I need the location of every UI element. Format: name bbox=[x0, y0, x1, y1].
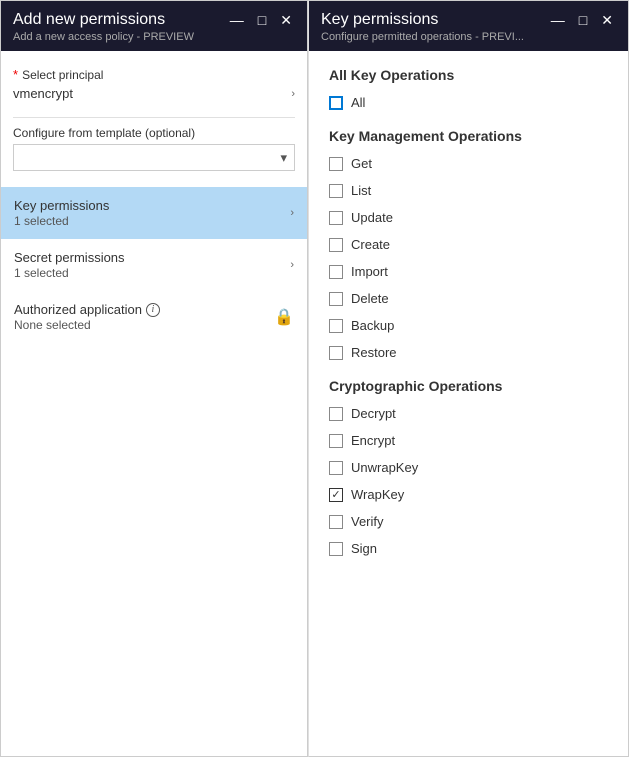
checkbox-backup-label: Backup bbox=[351, 318, 394, 333]
checkbox-row-encrypt: Encrypt bbox=[329, 431, 608, 450]
checkbox-sign[interactable] bbox=[329, 542, 343, 556]
checkbox-all-label: All bbox=[351, 95, 365, 110]
right-panel: Key permissions — □ ✕ Configure permitte… bbox=[308, 0, 629, 757]
nav-item-secret-title: Secret permissions bbox=[14, 250, 125, 265]
nav-item-auth-title: Authorized application bbox=[14, 302, 142, 317]
principal-value[interactable]: vmencrypt › bbox=[13, 86, 295, 101]
info-icon: i bbox=[146, 303, 160, 317]
nav-section: Key permissions 1 selected › Secret perm… bbox=[1, 187, 307, 343]
checkbox-backup[interactable] bbox=[329, 319, 343, 333]
checkbox-decrypt[interactable] bbox=[329, 407, 343, 421]
key-mgmt-ops-heading: Key Management Operations bbox=[329, 128, 608, 144]
checkbox-all[interactable] bbox=[329, 96, 343, 110]
checkbox-restore-label: Restore bbox=[351, 345, 397, 360]
checkbox-verify[interactable] bbox=[329, 515, 343, 529]
checkbox-row-wrapkey: WrapKey bbox=[329, 485, 608, 504]
template-label: Configure from template (optional) bbox=[13, 126, 295, 140]
right-minimize-button[interactable]: — bbox=[548, 13, 568, 27]
checkbox-encrypt-label: Encrypt bbox=[351, 433, 395, 448]
checkbox-list-label: List bbox=[351, 183, 371, 198]
checkbox-row-sign: Sign bbox=[329, 539, 608, 558]
checkbox-get[interactable] bbox=[329, 157, 343, 171]
right-panel-subtitle: Configure permitted operations - PREVI..… bbox=[321, 31, 616, 43]
nav-item-auth-sub: None selected bbox=[14, 318, 160, 332]
secret-chevron-icon: › bbox=[290, 259, 294, 271]
crypto-ops-heading: Cryptographic Operations bbox=[329, 378, 608, 394]
lock-icon: 🔒 bbox=[274, 307, 294, 327]
checkbox-row-get: Get bbox=[329, 154, 608, 173]
checkbox-row-backup: Backup bbox=[329, 316, 608, 335]
nav-item-key-sub: 1 selected bbox=[14, 214, 109, 228]
checkbox-wrapkey-label: WrapKey bbox=[351, 487, 404, 502]
checkbox-delete[interactable] bbox=[329, 292, 343, 306]
checkbox-unwrapkey[interactable] bbox=[329, 461, 343, 475]
nav-item-secret-content: Secret permissions 1 selected bbox=[14, 250, 125, 280]
checkbox-create-label: Create bbox=[351, 237, 390, 252]
right-maximize-button[interactable]: □ bbox=[576, 13, 590, 27]
nav-item-secret-sub: 1 selected bbox=[14, 266, 125, 280]
checkbox-row-list: List bbox=[329, 181, 608, 200]
right-panel-body: All Key Operations All Key Management Op… bbox=[309, 51, 628, 582]
left-panel: Add new permissions — □ ✕ Add a new acce… bbox=[0, 0, 308, 757]
checkbox-row-import: Import bbox=[329, 262, 608, 281]
checkbox-encrypt[interactable] bbox=[329, 434, 343, 448]
checkbox-row-update: Update bbox=[329, 208, 608, 227]
checkbox-row-create: Create bbox=[329, 235, 608, 254]
checkbox-decrypt-label: Decrypt bbox=[351, 406, 396, 421]
principal-value-text: vmencrypt bbox=[13, 86, 73, 101]
checkbox-create[interactable] bbox=[329, 238, 343, 252]
checkbox-update[interactable] bbox=[329, 211, 343, 225]
checkbox-sign-label: Sign bbox=[351, 541, 377, 556]
principal-label: * Select principal bbox=[13, 67, 295, 82]
checkbox-wrapkey[interactable] bbox=[329, 488, 343, 502]
left-panel-title: Add new permissions bbox=[13, 11, 165, 29]
template-dropdown-wrapper bbox=[13, 144, 295, 171]
right-panel-title: Key permissions bbox=[321, 11, 438, 29]
checkbox-unwrapkey-label: UnwrapKey bbox=[351, 460, 418, 475]
checkbox-row-unwrapkey: UnwrapKey bbox=[329, 458, 608, 477]
nav-item-key-permissions[interactable]: Key permissions 1 selected › bbox=[1, 187, 307, 239]
right-panel-header: Key permissions — □ ✕ Configure permitte… bbox=[309, 1, 628, 51]
checkbox-row-delete: Delete bbox=[329, 289, 608, 308]
template-section: Configure from template (optional) bbox=[13, 126, 295, 171]
checkbox-restore[interactable] bbox=[329, 346, 343, 360]
checkbox-get-label: Get bbox=[351, 156, 372, 171]
left-panel-header: Add new permissions — □ ✕ Add a new acce… bbox=[1, 1, 307, 51]
nav-item-key-content: Key permissions 1 selected bbox=[14, 198, 109, 228]
left-minimize-button[interactable]: — bbox=[227, 13, 247, 27]
principal-chevron-icon: › bbox=[291, 88, 295, 100]
checkbox-delete-label: Delete bbox=[351, 291, 389, 306]
checkbox-row-restore: Restore bbox=[329, 343, 608, 362]
divider-1 bbox=[13, 117, 295, 118]
left-panel-body: * Select principal vmencrypt › Configure… bbox=[1, 51, 307, 756]
checkbox-import-label: Import bbox=[351, 264, 388, 279]
nav-item-auth-content: Authorized application i None selected bbox=[14, 302, 160, 332]
checkbox-row-all: All bbox=[329, 93, 608, 112]
nav-item-key-title: Key permissions bbox=[14, 198, 109, 213]
nav-item-authorized-app[interactable]: Authorized application i None selected 🔒 bbox=[1, 291, 307, 343]
key-chevron-icon: › bbox=[290, 207, 294, 219]
checkbox-row-decrypt: Decrypt bbox=[329, 404, 608, 423]
all-key-ops-heading: All Key Operations bbox=[329, 67, 608, 83]
left-close-button[interactable]: ✕ bbox=[277, 13, 295, 27]
nav-item-secret-permissions[interactable]: Secret permissions 1 selected › bbox=[1, 239, 307, 291]
required-star: * bbox=[13, 67, 18, 82]
checkbox-list[interactable] bbox=[329, 184, 343, 198]
right-panel-controls: — □ ✕ bbox=[548, 13, 616, 27]
principal-section: * Select principal vmencrypt › bbox=[13, 67, 295, 101]
right-close-button[interactable]: ✕ bbox=[598, 13, 616, 27]
checkbox-row-verify: Verify bbox=[329, 512, 608, 531]
checkbox-verify-label: Verify bbox=[351, 514, 384, 529]
left-panel-subtitle: Add a new access policy - PREVIEW bbox=[13, 31, 295, 43]
left-maximize-button[interactable]: □ bbox=[255, 13, 269, 27]
left-panel-controls: — □ ✕ bbox=[227, 13, 295, 27]
checkbox-update-label: Update bbox=[351, 210, 393, 225]
template-dropdown[interactable] bbox=[13, 144, 295, 171]
checkbox-import[interactable] bbox=[329, 265, 343, 279]
